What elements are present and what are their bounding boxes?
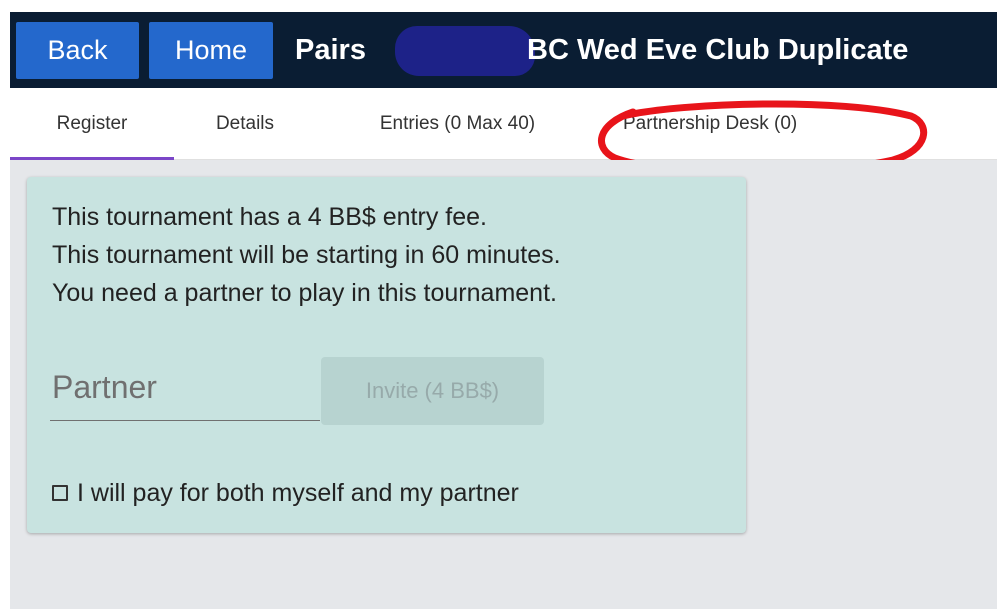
pay-both-label: I will pay for both myself and my partne… — [77, 478, 519, 507]
partner-required-text: You need a partner to play in this tourn… — [52, 279, 557, 307]
start-time-text: This tournament will be starting in 60 m… — [52, 241, 561, 269]
tab-details[interactable]: Details — [180, 88, 310, 159]
registration-card: This tournament has a 4 BB$ entry fee. T… — [27, 177, 746, 533]
home-button[interactable]: Home — [149, 22, 273, 79]
top-bar: Back Home Pairs BC Wed Eve Club Duplicat… — [10, 12, 997, 88]
tab-partnership-desk[interactable]: Partnership Desk (0) — [605, 88, 865, 159]
checkbox-icon[interactable] — [52, 485, 68, 501]
pay-both-checkbox[interactable]: I will pay for both myself and my partne… — [52, 477, 519, 509]
redaction-scribble — [395, 26, 535, 76]
club-name-title: BC Wed Eve Club Duplicate — [527, 34, 909, 66]
partner-input[interactable] — [50, 355, 320, 421]
entry-fee-text: This tournament has a 4 BB$ entry fee. — [52, 203, 487, 231]
back-button[interactable]: Back — [16, 22, 139, 79]
tab-bar: Register Details Entries (0 Max 40) Part… — [10, 88, 997, 160]
tab-register[interactable]: Register — [10, 88, 174, 160]
tournament-type-title: Pairs — [295, 34, 366, 66]
tab-entries[interactable]: Entries (0 Max 40) — [340, 88, 575, 159]
invite-button[interactable]: Invite (4 BB$) — [321, 357, 544, 425]
